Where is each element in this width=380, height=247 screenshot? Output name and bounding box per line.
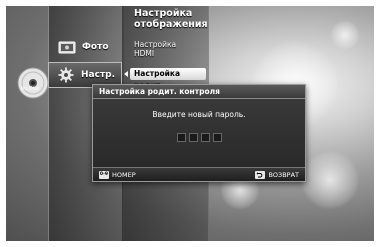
pin-digit-box[interactable]	[200, 133, 210, 142]
number-hint-label: НОМЕР	[112, 170, 136, 179]
submenu-item-hdmi[interactable]: Настройка HDMI	[134, 40, 194, 58]
main-menu-item-label: Настр.	[81, 70, 116, 80]
bokeh-light	[330, 20, 360, 50]
chevron-left-icon	[124, 71, 128, 77]
submenu-item-parental[interactable]: Настройка родит.	[130, 68, 206, 90]
number-hint: 0-9 НОМЕР	[93, 170, 142, 179]
screen: No Disc Фото Настр. Настройка отображени…	[0, 0, 380, 247]
bokeh-light	[300, 150, 360, 210]
submenu-title: Настройка отображения	[134, 8, 208, 30]
return-icon	[255, 170, 266, 179]
pin-digit-box[interactable]	[212, 133, 222, 142]
disc-status-label: No Disc	[20, 86, 40, 92]
dialog-footer: 0-9 НОМЕР ВОЗВРАТ	[93, 167, 305, 181]
gear-icon	[58, 67, 74, 83]
parental-control-dialog: Настройка родит. контроля Введите новый …	[92, 84, 306, 182]
return-hint[interactable]: ВОЗВРАТ	[249, 170, 305, 179]
dialog-title: Настройка родит. контроля	[93, 85, 305, 99]
return-hint-label: ВОЗВРАТ	[268, 170, 299, 179]
photo-icon	[58, 41, 76, 54]
disc-icon	[17, 67, 49, 99]
pin-digit-box[interactable]	[188, 133, 198, 142]
pin-digit-box[interactable]	[176, 133, 186, 142]
number-keys-icon: 0-9	[99, 170, 109, 179]
main-menu-item-photo[interactable]: Фото	[50, 34, 109, 60]
dialog-message: Введите новый пароль.	[152, 110, 246, 119]
pin-input[interactable]	[93, 133, 305, 142]
main-menu-item-label: Фото	[82, 42, 109, 52]
